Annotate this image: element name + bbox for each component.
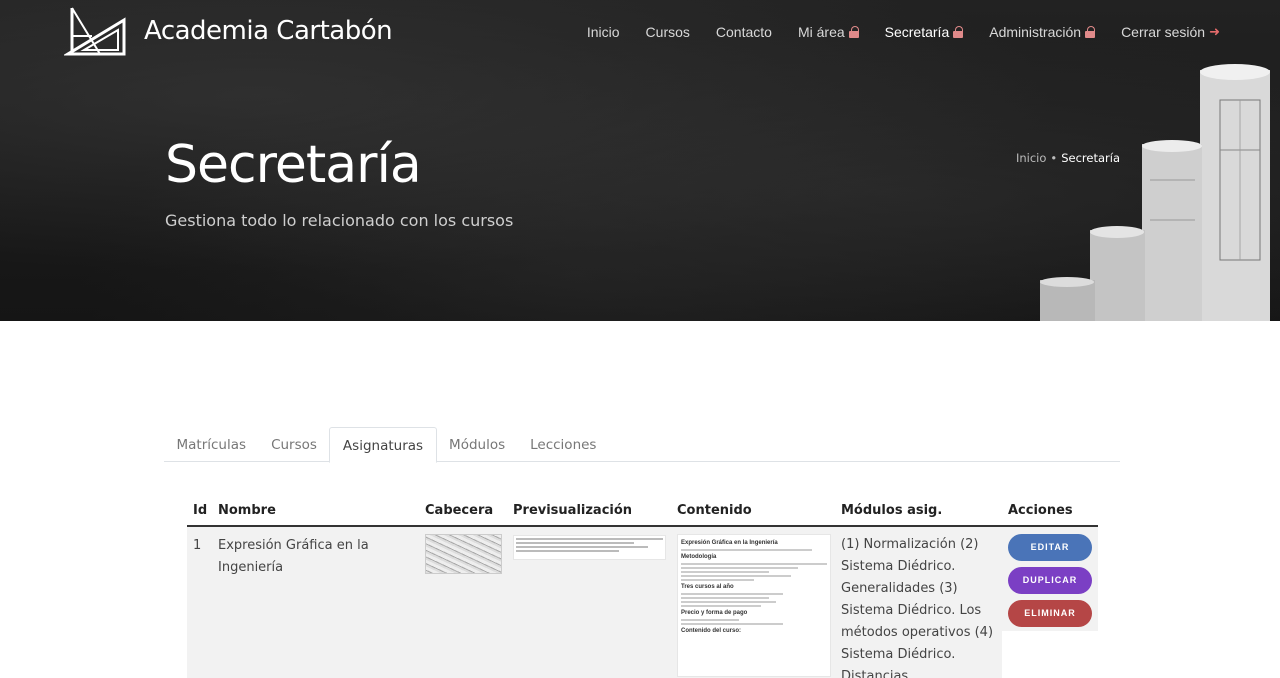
nav-mi-area[interactable]: Mi área	[798, 24, 859, 40]
cell-previsualizacion	[507, 527, 671, 678]
tab-lecciones[interactable]: Lecciones	[518, 427, 609, 462]
lock-icon	[1085, 26, 1096, 38]
nav-label: Inicio	[586, 24, 620, 40]
header-acciones: Acciones	[1008, 503, 1073, 518]
nav-inicio[interactable]: Inicio	[587, 24, 620, 40]
tab-matriculas[interactable]: Matrículas	[164, 427, 259, 462]
contenido-thumbnail: Expresión Gráfica en la Ingeniería Metod…	[677, 534, 831, 677]
lock-icon	[953, 26, 964, 38]
nav-contacto[interactable]: Contacto	[716, 24, 772, 40]
hero-banner: Academia Cartabón Inicio Cursos Contacto…	[0, 0, 1280, 321]
nav-label: Mi área	[797, 24, 845, 40]
nav-secretaria[interactable]: Secretaría	[885, 24, 964, 40]
nav-label: Cursos	[645, 24, 690, 40]
tab-asignaturas[interactable]: Asignaturas	[329, 427, 437, 463]
duplicate-button[interactable]: DUPLICAR	[1008, 567, 1092, 594]
cabecera-thumbnail	[425, 534, 502, 574]
lock-icon	[848, 26, 859, 38]
page-title: Secretaría	[165, 135, 422, 195]
cell-contenido: Expresión Gráfica en la Ingeniería Metod…	[671, 527, 835, 678]
tab-bar: Matrículas Cursos Asignaturas Módulos Le…	[164, 427, 1120, 463]
header-cabecera: Cabecera	[425, 503, 494, 518]
table-row: 1 Expresión Gráfica en la Ingeniería Exp…	[187, 527, 1098, 678]
cell-id: 1	[193, 538, 202, 553]
nav-cerrar-sesion[interactable]: Cerrar sesión ➜	[1121, 24, 1220, 40]
tab-modulos[interactable]: Módulos	[437, 427, 518, 462]
brand-name[interactable]: Academia Cartabón	[144, 16, 393, 46]
header-modulos: Módulos asig.	[841, 503, 943, 518]
header-nombre: Nombre	[218, 503, 276, 518]
header-contenido: Contenido	[677, 503, 752, 518]
nav-administracion[interactable]: Administración	[989, 24, 1096, 40]
contenido-title: Expresión Gráfica en la Ingeniería	[681, 540, 778, 546]
contenido-section: Contenido del curso:	[681, 628, 741, 634]
nav-cursos[interactable]: Cursos	[646, 24, 690, 40]
asignaturas-table: Id Nombre Cabecera Previsualización Cont…	[187, 496, 1098, 678]
edit-button[interactable]: EDITAR	[1008, 534, 1092, 561]
cell-cabecera	[419, 527, 507, 678]
header-previsualizacion: Previsualización	[513, 503, 633, 518]
contenido-section: Precio y forma de pago	[681, 610, 748, 616]
logout-icon: ➜	[1209, 24, 1220, 39]
cell-acciones: EDITAR DUPLICAR ELIMINAR	[1002, 527, 1098, 678]
table-header: Id Nombre Cabecera Previsualización Cont…	[187, 496, 1098, 527]
nav-label: Contacto	[715, 24, 772, 40]
contenido-section: Tres cursos al año	[681, 584, 734, 590]
preview-thumbnail	[513, 535, 666, 560]
tab-cursos[interactable]: Cursos	[259, 427, 330, 462]
cell-nombre: Expresión Gráfica en la Ingeniería	[218, 538, 369, 575]
blueprint-rolls-image	[1040, 64, 1270, 321]
nav-label: Secretaría	[884, 24, 950, 40]
contenido-section: Metodología	[681, 554, 717, 560]
delete-button[interactable]: ELIMINAR	[1008, 600, 1092, 627]
page-subtitle: Gestiona todo lo relacionado con los cur…	[165, 211, 514, 230]
logo-icon[interactable]	[64, 6, 128, 56]
main-nav: Inicio Cursos Contacto Mi área Secretarí…	[587, 24, 1220, 40]
nav-label: Administración	[989, 24, 1082, 40]
header-id: Id	[193, 503, 208, 518]
cell-modulos: (1) Normalización (2) Sistema Diédrico. …	[841, 537, 994, 678]
nav-label: Cerrar sesión	[1121, 24, 1206, 40]
